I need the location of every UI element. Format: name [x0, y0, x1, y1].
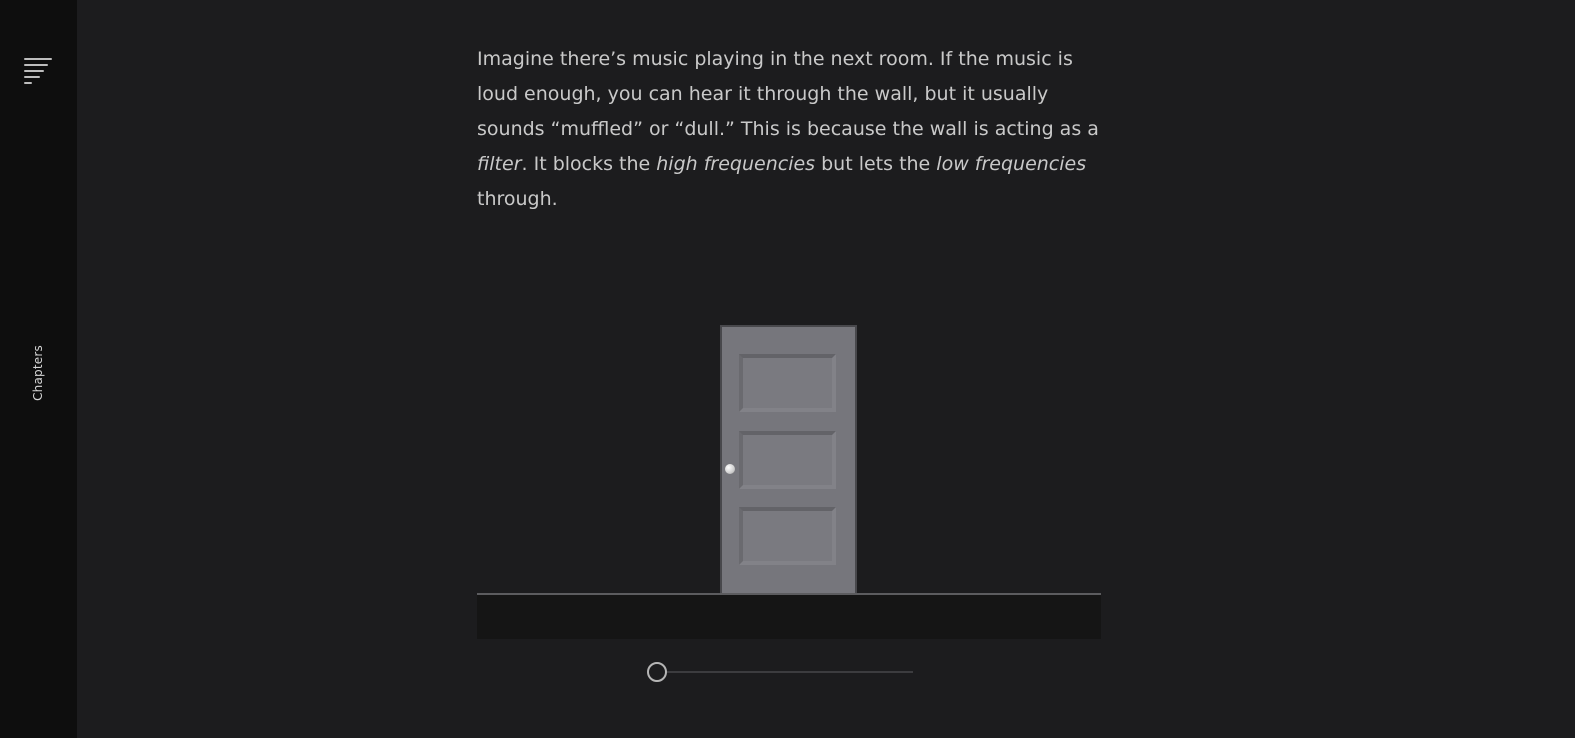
emphasis-high-frequencies: high frequencies [656, 153, 816, 175]
wall-filter-illustration [477, 325, 1101, 640]
filter-slider[interactable] [647, 660, 917, 684]
door-panel-top [739, 354, 836, 412]
door-icon [720, 325, 857, 595]
main-content: Imagine there’s music playing in the nex… [77, 0, 1575, 738]
door-panel-bottom [739, 507, 836, 565]
chapters-toggle[interactable]: Chapters [31, 345, 45, 401]
door-panel-middle [739, 431, 836, 489]
floor [477, 595, 1101, 639]
paragraph-text-3: but lets the [815, 153, 937, 175]
slider-track[interactable] [657, 671, 913, 673]
paragraph-text-4: through. [477, 188, 558, 210]
emphasis-filter: filter [477, 153, 522, 175]
intro-paragraph: Imagine there’s music playing in the nex… [477, 42, 1103, 217]
emphasis-low-frequencies: low frequencies [936, 153, 1087, 175]
slider-thumb[interactable] [647, 662, 667, 682]
paragraph-text-1: Imagine there’s music playing in the nex… [477, 48, 1099, 140]
sidebar: Chapters [0, 0, 77, 738]
floor-line [477, 593, 1101, 595]
door-knob [725, 464, 735, 474]
menu-lines-icon[interactable] [24, 58, 52, 88]
paragraph-text-2: . It blocks the [521, 153, 657, 175]
